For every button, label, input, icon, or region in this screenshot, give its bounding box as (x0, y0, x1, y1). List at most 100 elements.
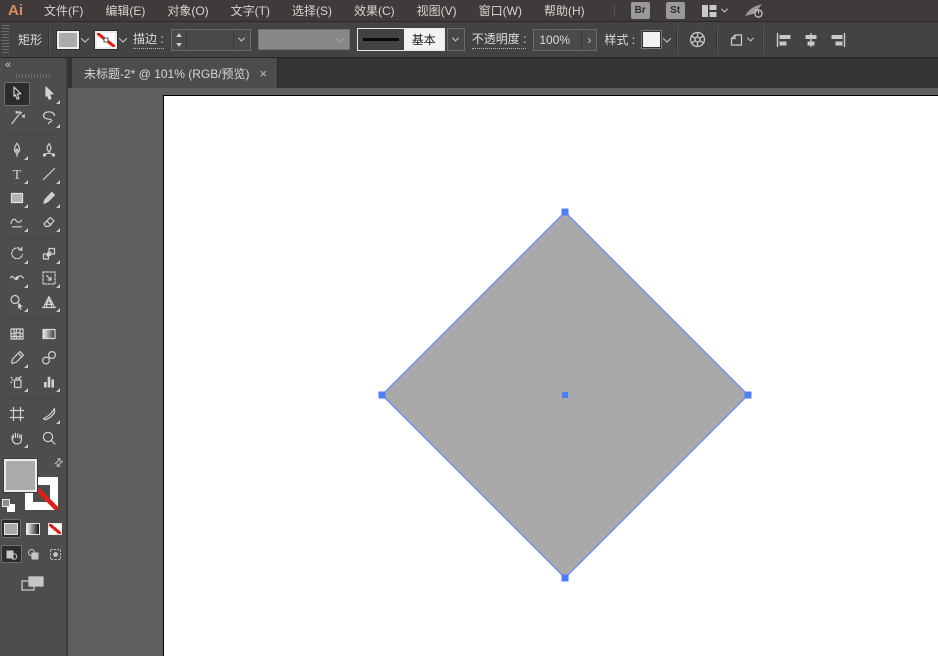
menu-edit[interactable]: 编辑(E) (94, 0, 156, 22)
center-anchor-point[interactable] (562, 392, 568, 398)
gpu-performance-icon[interactable] (743, 2, 765, 19)
mesh-tool[interactable] (4, 322, 30, 346)
screen-mode-button[interactable] (20, 575, 46, 598)
menu-help[interactable]: 帮助(H) (533, 0, 596, 22)
menu-window[interactable]: 窗口(W) (468, 0, 533, 22)
opacity-control[interactable]: 100% › (533, 29, 597, 51)
align-center-button[interactable] (802, 32, 820, 48)
collapse-panel-icon[interactable]: « (0, 58, 14, 71)
stroke-weight-stepper[interactable] (172, 30, 187, 50)
rectangle-tool[interactable] (4, 186, 30, 210)
stroke-none-swatch[interactable] (95, 31, 117, 49)
fill-color-swatch[interactable] (57, 31, 79, 49)
line-segment-tool[interactable] (36, 162, 62, 186)
shape-builder-icon (8, 293, 26, 311)
anchor-point[interactable] (745, 392, 752, 399)
width-tool[interactable] (4, 266, 30, 290)
variable-width-profile-control[interactable]: 基本 (357, 28, 465, 51)
type-tool[interactable]: T (4, 162, 30, 186)
menu-select[interactable]: 选择(S) (281, 0, 343, 22)
none-button[interactable] (45, 519, 65, 538)
draw-behind-button[interactable] (23, 545, 44, 563)
canvas-area[interactable] (68, 88, 938, 656)
tab-close-icon[interactable]: × (260, 67, 268, 80)
rotate-tool[interactable] (4, 242, 30, 266)
fill-proxy-swatch[interactable] (4, 459, 37, 492)
hand-tool[interactable] (4, 426, 30, 450)
illustrator-logo: Ai (0, 2, 33, 19)
workspace-switcher[interactable] (701, 4, 727, 18)
menu-view[interactable]: 视图(V) (406, 0, 468, 22)
symbol-sprayer-tool[interactable] (4, 370, 30, 394)
shaper-tool[interactable] (4, 210, 30, 234)
shape-options-button[interactable] (725, 32, 756, 48)
opacity-expand-icon[interactable]: › (581, 30, 596, 50)
shape-builder-tool[interactable] (4, 290, 30, 314)
menu-effect[interactable]: 效果(C) (343, 0, 406, 22)
free-transform-tool[interactable] (36, 266, 62, 290)
panel-grip[interactable] (2, 25, 9, 55)
chevron-down-icon (452, 35, 459, 42)
opacity-panel-link[interactable]: 不透明度 : (472, 30, 527, 49)
document-tab[interactable]: 未标题-2* @ 101% (RGB/预览) × (72, 58, 278, 88)
anchor-point[interactable] (562, 209, 569, 216)
stroke-weight-value[interactable] (187, 30, 233, 50)
graphic-style-control[interactable] (642, 31, 670, 48)
shape-icon (728, 32, 745, 48)
color-swatch-icon (4, 523, 18, 535)
panel-grip[interactable] (16, 74, 50, 78)
artboard-tool[interactable] (4, 402, 30, 426)
graphic-style-swatch[interactable] (642, 31, 661, 48)
svg-text:T: T (13, 168, 22, 183)
draw-normal-icon (5, 548, 18, 561)
stepper-up-icon[interactable] (176, 33, 182, 37)
slice-tool[interactable] (36, 402, 62, 426)
anchor-point[interactable] (562, 575, 569, 582)
stroke-color-control[interactable] (95, 31, 126, 49)
gradient-button[interactable] (23, 519, 43, 538)
divider (763, 27, 764, 53)
context-label: 矩形 (18, 31, 42, 48)
zoom-tool[interactable] (36, 426, 62, 450)
anchor-point[interactable] (379, 392, 386, 399)
fill-color-control[interactable] (57, 31, 88, 49)
default-fill-stroke-icon[interactable] (2, 499, 15, 512)
selection-tool[interactable] (4, 82, 30, 106)
direct-selection-tool[interactable] (36, 82, 62, 106)
gradient-tool[interactable] (36, 322, 62, 346)
draw-inside-button[interactable] (45, 545, 66, 563)
lasso-tool[interactable] (36, 106, 62, 130)
eyedropper-icon (8, 349, 26, 367)
blend-tool[interactable] (36, 346, 62, 370)
swap-fill-stroke-icon[interactable]: ⇄ (51, 455, 67, 471)
pen-tool[interactable] (4, 138, 30, 162)
stroke-weight-control[interactable] (171, 29, 251, 51)
column-graph-tool[interactable] (36, 370, 62, 394)
stroke-profile-dropdown[interactable] (447, 28, 465, 51)
stock-button[interactable]: St (666, 2, 685, 19)
eraser-tool[interactable] (36, 210, 62, 234)
column-graph-icon (40, 373, 58, 391)
magic-wand-tool[interactable] (4, 106, 30, 130)
menu-file[interactable]: 文件(F) (33, 0, 94, 22)
divider (717, 27, 718, 53)
align-left-button[interactable] (775, 32, 793, 48)
stroke-panel-link[interactable]: 描边 : (133, 30, 164, 49)
paintbrush-tool[interactable] (36, 186, 62, 210)
bridge-button[interactable]: Br (631, 2, 650, 19)
eyedropper-tool[interactable] (4, 346, 30, 370)
menu-object[interactable]: 对象(O) (156, 0, 219, 22)
hand-icon (8, 429, 26, 447)
align-right-button[interactable] (829, 32, 847, 48)
menu-type[interactable]: 文字(T) (220, 0, 281, 22)
curvature-tool[interactable] (36, 138, 62, 162)
recolor-artwork-button[interactable] (685, 30, 710, 49)
stroke-weight-dropdown[interactable] (233, 30, 250, 50)
stepper-down-icon[interactable] (176, 43, 182, 47)
draw-normal-button[interactable] (1, 545, 22, 563)
color-button[interactable] (1, 519, 21, 538)
opacity-value[interactable]: 100% (534, 33, 581, 47)
scale-tool[interactable] (36, 242, 62, 266)
perspective-grid-tool[interactable] (36, 290, 62, 314)
symbol-sprayer-icon (8, 373, 26, 391)
